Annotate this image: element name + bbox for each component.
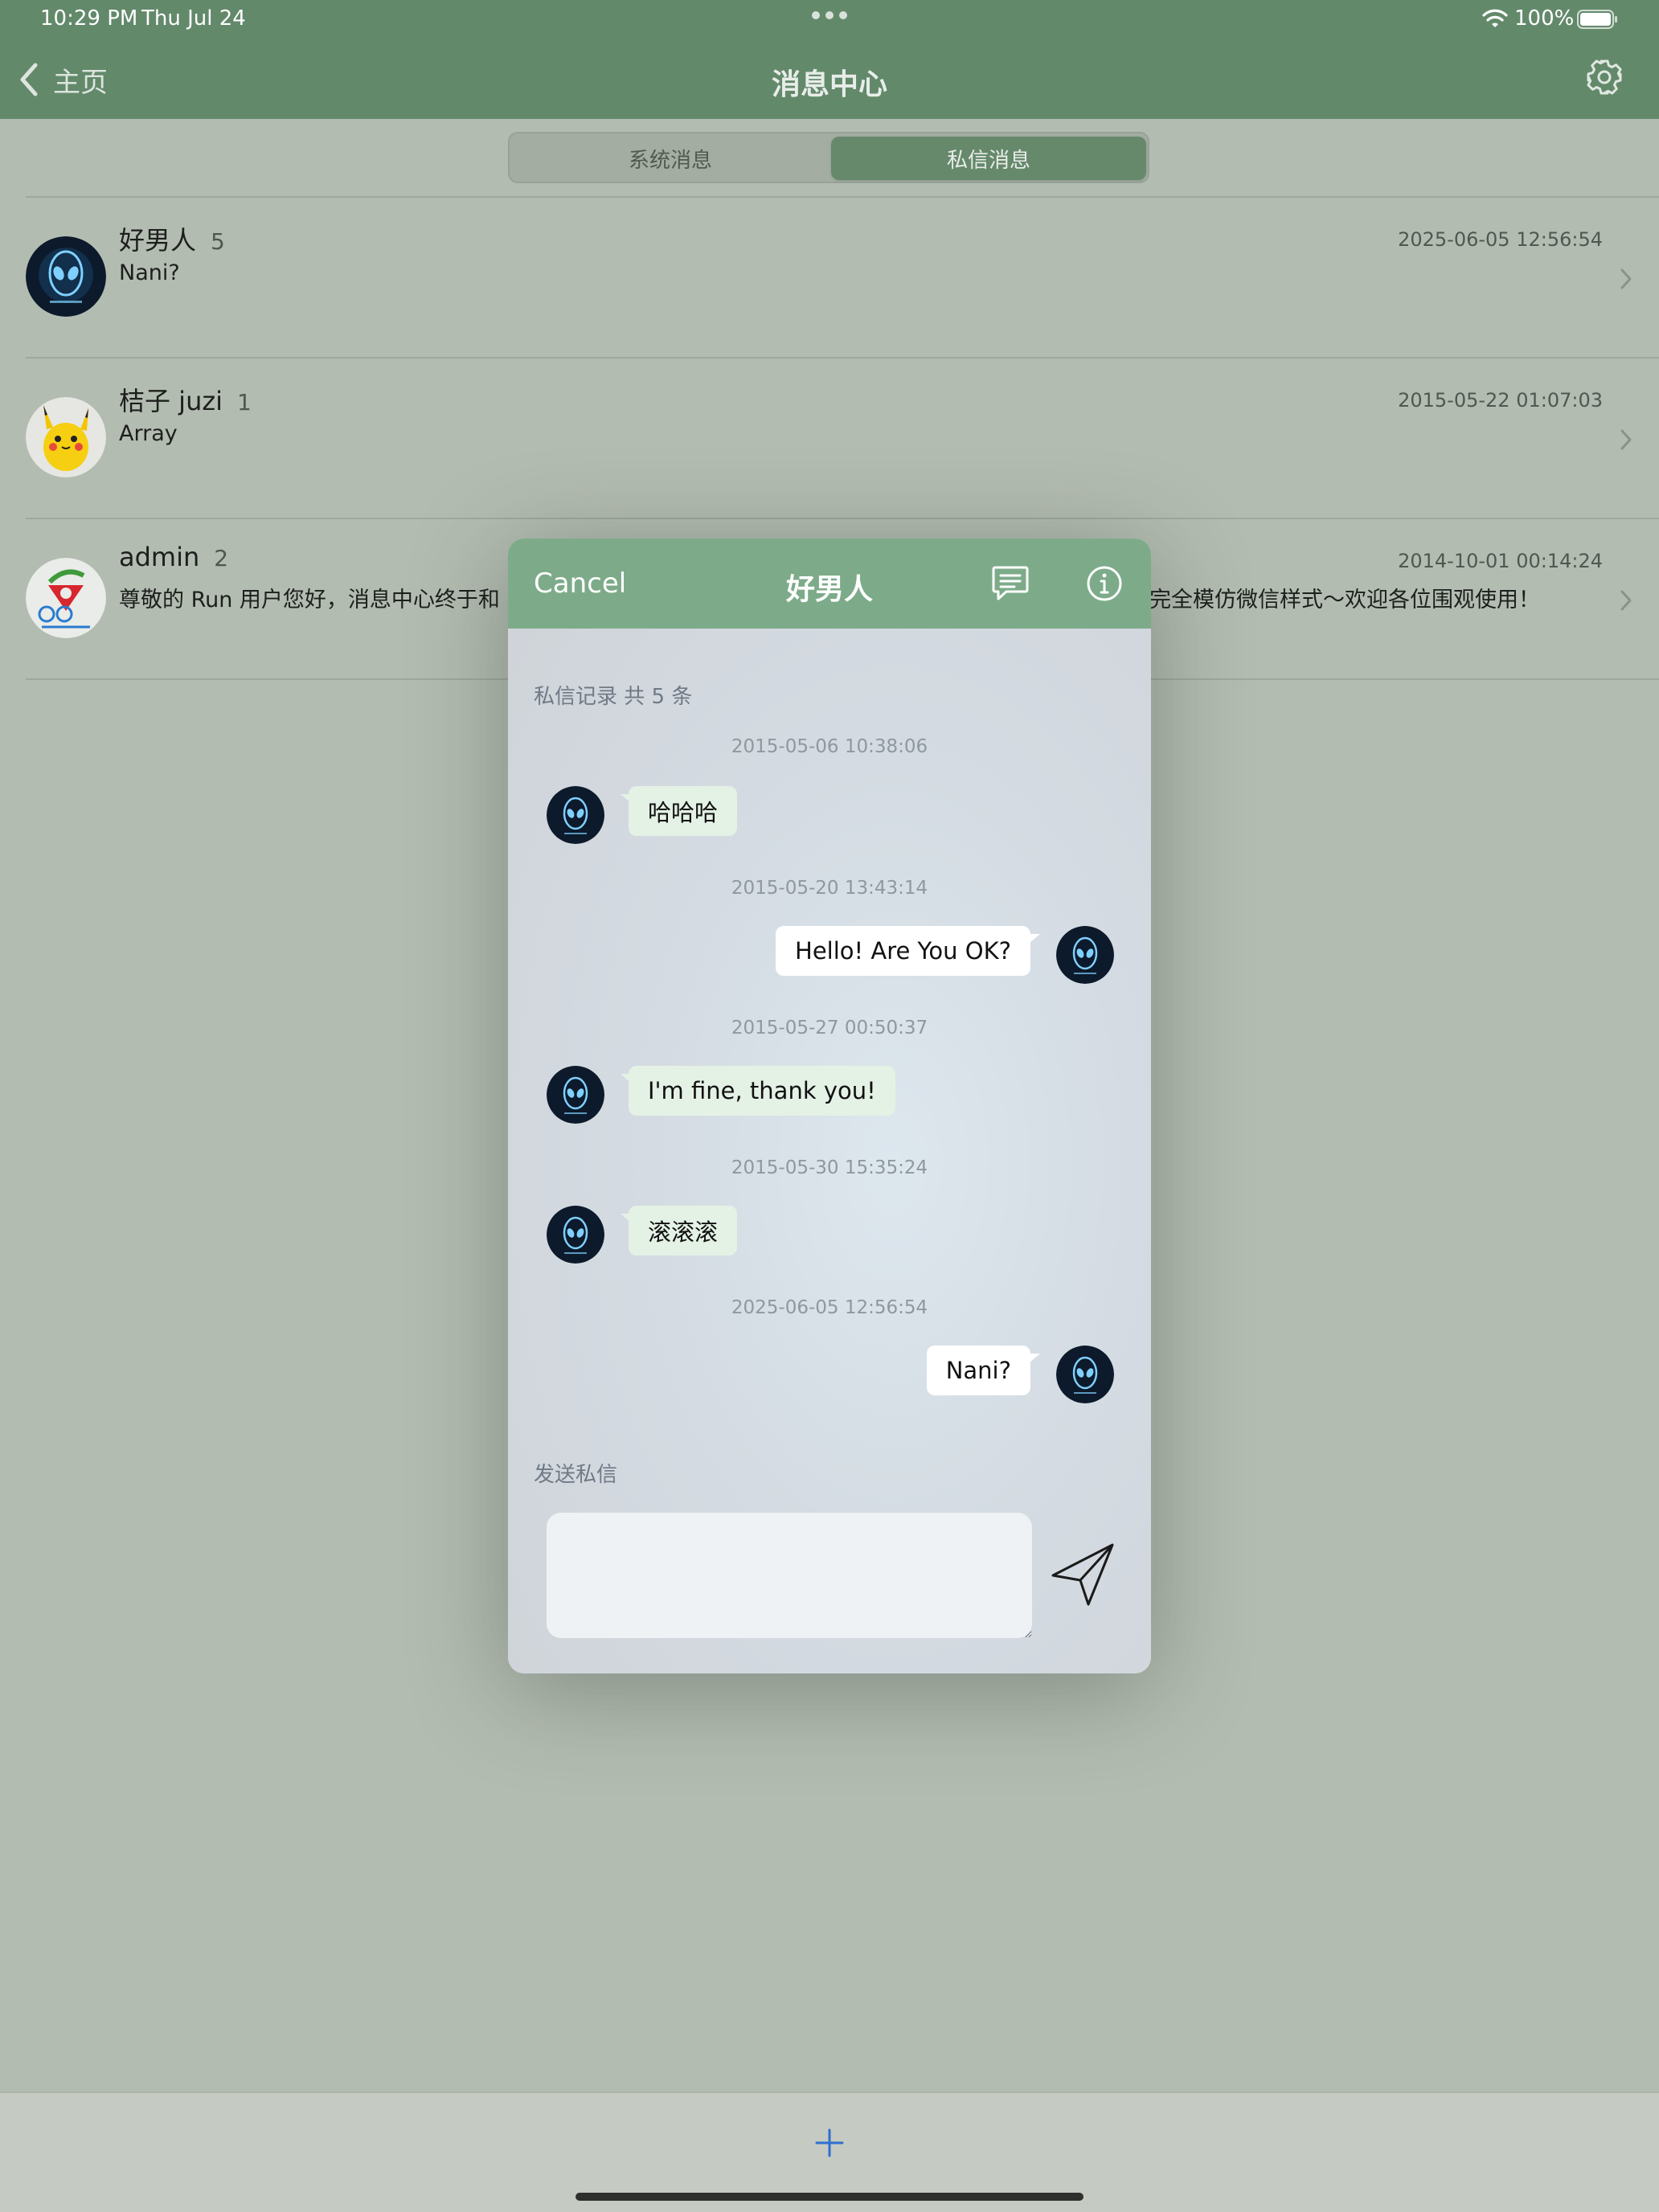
message-count: 2	[214, 545, 229, 571]
message-input[interactable]	[547, 1513, 1032, 1638]
bottom-toolbar	[0, 2091, 1659, 2212]
message-timestamp: 2015-05-30 15:35:24	[731, 1157, 928, 1178]
message-bubble-incoming: 滚滚滚	[620, 1206, 738, 1256]
tab-system-messages[interactable]: 系统消息	[513, 137, 828, 180]
chevron-right-icon	[1620, 268, 1632, 289]
chevron-right-icon	[1620, 590, 1632, 611]
message-type-segmented-control: 系统消息 私信消息	[508, 132, 1149, 183]
conversation-row[interactable]: 好男人 5 Nani? 2025-06-05 12:56:54	[0, 198, 1659, 358]
sender-name: 桔子 juzi	[119, 386, 223, 416]
multitasking-dots-icon[interactable]	[812, 10, 847, 21]
message-timestamp: 2025-06-05 12:56:54	[731, 1297, 928, 1318]
message-bubble-incoming: I'm fine, thank you!	[621, 1066, 895, 1116]
info-icon[interactable]	[1085, 564, 1124, 603]
message-count: 1	[237, 389, 252, 416]
status-time: 10:29 PM	[40, 6, 138, 31]
avatar	[547, 1066, 604, 1124]
avatar	[26, 397, 106, 477]
message-timestamp: 2015-05-20 13:43:14	[731, 878, 928, 899]
sender-name: admin	[119, 542, 200, 572]
gear-icon[interactable]	[1585, 58, 1624, 96]
message-preview-tail: 完全模仿微信样式～欢迎各位围观使用！	[1149, 588, 1540, 612]
chevron-right-icon	[1620, 429, 1632, 450]
message-bubble-incoming: 哈哈哈	[620, 786, 738, 836]
conversation-name: 好男人 5	[119, 220, 225, 257]
avatar	[547, 786, 604, 844]
avatar	[26, 558, 106, 638]
message-time: 2014-10-01 00:14:24	[1398, 550, 1603, 572]
message-preview: Array	[119, 421, 178, 446]
home-indicator[interactable]	[576, 2193, 1083, 2201]
message-timestamp: 2015-05-27 00:50:37	[731, 1018, 928, 1038]
message-count: 5	[211, 228, 225, 255]
modal-title: 好男人	[785, 573, 873, 606]
page-title: 消息中心	[771, 68, 887, 101]
avatar	[1056, 1346, 1114, 1403]
sender-name: 好男人	[119, 225, 197, 256]
private-message-modal: Cancel 好男人 私信记录 共 5 条 2015-05-06 10:38:0…	[508, 539, 1151, 1673]
message-time: 2015-05-22 01:07:03	[1398, 389, 1603, 412]
wifi-icon	[1482, 9, 1508, 27]
compose-label: 发送私信	[534, 1463, 618, 1487]
modal-header: Cancel 好男人	[508, 539, 1151, 629]
message-bubble-outgoing: Nani?	[926, 1346, 1041, 1395]
conversation-name: admin 2	[119, 542, 228, 572]
chat-bubble-icon[interactable]	[990, 563, 1030, 603]
navigation-header: 10:29 PM Thu Jul 24 100% 主页 消息中心	[0, 0, 1659, 119]
status-date: Thu Jul 24	[141, 6, 246, 31]
battery-percentage: 100%	[1514, 6, 1575, 31]
conversation-name: 桔子 juzi 1	[119, 381, 252, 418]
conversation-row[interactable]: 桔子 juzi 1 Array 2015-05-22 01:07:03	[0, 358, 1659, 519]
add-icon[interactable]	[813, 2127, 846, 2159]
avatar	[26, 236, 106, 317]
screen: 10:29 PM Thu Jul 24 100% 主页 消息中心 系统消息 私信…	[0, 0, 1659, 2212]
tab-private-messages[interactable]: 私信消息	[831, 137, 1146, 180]
avatar	[1056, 926, 1114, 984]
send-icon[interactable]	[1048, 1540, 1117, 1609]
message-preview: 尊敬的 Run 用户您好，消息中心终于和	[119, 588, 500, 612]
message-bubble-outgoing: Hello! Are You OK?	[776, 926, 1040, 976]
message-time: 2025-06-05 12:56:54	[1398, 228, 1603, 251]
message-preview: Nani?	[119, 260, 180, 285]
message-timestamp: 2015-05-06 10:38:06	[731, 736, 928, 757]
avatar	[547, 1206, 604, 1264]
message-history-label: 私信记录 共 5 条	[534, 685, 693, 709]
battery-icon	[1577, 10, 1617, 29]
